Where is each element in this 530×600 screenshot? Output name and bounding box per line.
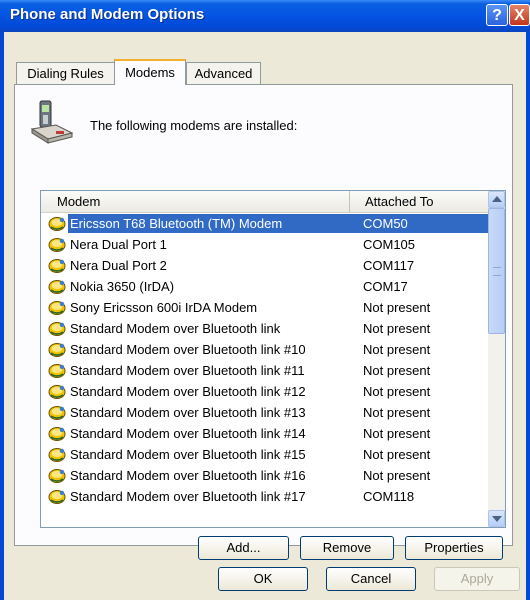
apply-button[interactable]: Apply — [434, 567, 520, 591]
modem-icon — [48, 257, 66, 274]
tab-dialing-rules[interactable]: Dialing Rules — [16, 62, 115, 84]
modem-name: Standard Modem over Bluetooth link #13 — [70, 405, 306, 420]
tab-modems[interactable]: Modems — [114, 59, 186, 85]
scroll-thumb[interactable] — [488, 208, 505, 334]
list-item[interactable]: Sony Ericsson 600i IrDA Modem Not present — [41, 297, 488, 318]
grip-icon — [493, 267, 501, 276]
dialog-body: Dialing Rules Modems Advanced The follow… — [4, 32, 526, 600]
list-item[interactable]: Standard Modem over Bluetooth link #16 No… — [41, 465, 488, 486]
modem-name: Standard Modem over Bluetooth link #16 — [70, 468, 306, 483]
add-button[interactable]: Add... — [198, 536, 289, 560]
modem-name: Nera Dual Port 1 — [70, 237, 167, 252]
modem-name: Nera Dual Port 2 — [70, 258, 167, 273]
modem-list[interactable]: Modem Attached To Ericsson T68 Bluetooth… — [40, 190, 506, 528]
modem-icon — [48, 446, 66, 463]
list-item[interactable]: Standard Modem over Bluetooth link #10 No… — [41, 339, 488, 360]
list-item[interactable]: Standard Modem over Bluetooth link Not pr… — [41, 318, 488, 339]
modem-icon — [48, 467, 66, 484]
attached-port: Not present — [363, 342, 431, 357]
modem-icon — [48, 215, 66, 232]
attached-port: COM118 — [363, 489, 415, 504]
scroll-up-button[interactable] — [488, 191, 505, 208]
close-button[interactable]: X — [509, 4, 530, 26]
list-item[interactable]: Ericsson T68 Bluetooth (TM) Modem COM50 — [41, 213, 488, 234]
modem-name: Standard Modem over Bluetooth link #14 — [70, 426, 306, 441]
list-item[interactable]: Standard Modem over Bluetooth link #11 No… — [41, 360, 488, 381]
modem-name: Standard Modem over Bluetooth link #12 — [70, 384, 306, 399]
cancel-button[interactable]: Cancel — [326, 567, 416, 591]
modem-icon — [48, 341, 66, 358]
tab-label: Advanced — [194, 66, 253, 81]
modem-name: Standard Modem over Bluetooth link — [70, 321, 281, 336]
list-item[interactable]: Nera Dual Port 1 COM105 — [41, 234, 488, 255]
help-button[interactable]: ? — [486, 4, 508, 26]
tab-label: Dialing Rules — [27, 66, 104, 81]
attached-port: COM17 — [363, 279, 408, 294]
modem-name: Standard Modem over Bluetooth link #15 — [70, 447, 306, 462]
modem-icon — [48, 383, 66, 400]
cancel-button-label: Cancel — [350, 571, 392, 586]
list-item[interactable]: Standard Modem over Bluetooth link #12 No… — [41, 381, 488, 402]
attached-port: Not present — [363, 447, 431, 462]
modem-icon — [48, 236, 66, 253]
tab-advanced[interactable]: Advanced — [186, 62, 261, 84]
intro-text: The following modems are installed: — [90, 118, 298, 133]
attached-port: Not present — [363, 384, 431, 399]
column-header-attached-to[interactable]: Attached To — [350, 191, 488, 213]
remove-button-label: Remove — [322, 540, 372, 555]
list-item[interactable]: Standard Modem over Bluetooth link #13 No… — [41, 402, 488, 423]
attached-port: Not present — [363, 405, 431, 420]
ok-button-label: OK — [253, 571, 273, 586]
modem-name: Nokia 3650 (IrDA) — [70, 279, 175, 294]
list-item[interactable]: Nera Dual Port 2 COM117 — [41, 255, 488, 276]
modem-name: Standard Modem over Bluetooth link #17 — [70, 489, 306, 504]
attached-port: Not present — [363, 426, 431, 441]
scroll-down-button[interactable] — [488, 510, 505, 527]
modem-name: Ericsson T68 Bluetooth (TM) Modem — [68, 214, 352, 233]
chevron-down-icon — [492, 516, 502, 522]
modem-icon — [48, 278, 66, 295]
modem-icon — [48, 299, 66, 316]
window-title: Phone and Modem Options — [10, 6, 205, 23]
list-item[interactable]: Standard Modem over Bluetooth link #17 CO… — [41, 486, 488, 507]
tab-label: Modems — [125, 65, 175, 80]
properties-button[interactable]: Properties — [405, 536, 503, 560]
help-icon: ? — [492, 7, 502, 24]
list-item[interactable]: Standard Modem over Bluetooth link #14 No… — [41, 423, 488, 444]
phone-and-modem-options-window: Phone and Modem Options ? X Dialing Rule… — [0, 0, 530, 600]
attached-port: Not present — [363, 363, 431, 378]
attached-port: Not present — [363, 300, 431, 315]
list-item[interactable]: Standard Modem over Bluetooth link #15 No… — [41, 444, 488, 465]
chevron-up-icon — [492, 196, 502, 202]
attached-port: COM117 — [363, 258, 415, 273]
title-bar[interactable]: Phone and Modem Options ? X — [0, 0, 530, 32]
attached-port: COM105 — [363, 237, 416, 252]
add-button-label: Add... — [226, 540, 261, 555]
modem-icon — [48, 404, 66, 421]
list-item[interactable]: Nokia 3650 (IrDA) COM17 — [41, 276, 488, 297]
attached-port: Not present — [363, 468, 431, 483]
window-border-right — [526, 32, 530, 600]
apply-button-label: Apply — [460, 571, 494, 586]
modem-icon — [48, 488, 66, 505]
modem-icon — [48, 362, 66, 379]
properties-button-label: Properties — [424, 540, 484, 555]
modem-name: Sony Ericsson 600i IrDA Modem — [70, 300, 258, 315]
modem-icon — [48, 320, 66, 337]
column-header-modem[interactable]: Modem — [41, 191, 350, 213]
ok-button[interactable]: OK — [218, 567, 308, 591]
attached-port: COM50 — [350, 214, 488, 233]
remove-button[interactable]: Remove — [300, 536, 394, 560]
modem-name: Standard Modem over Bluetooth link #10 — [70, 342, 306, 357]
vertical-scrollbar[interactable] — [488, 191, 505, 527]
close-icon: X — [514, 7, 525, 24]
modem-icon — [48, 425, 66, 442]
attached-port: Not present — [363, 321, 431, 336]
phone-modem-icon — [30, 100, 74, 144]
modem-name: Standard Modem over Bluetooth link #11 — [70, 363, 305, 378]
